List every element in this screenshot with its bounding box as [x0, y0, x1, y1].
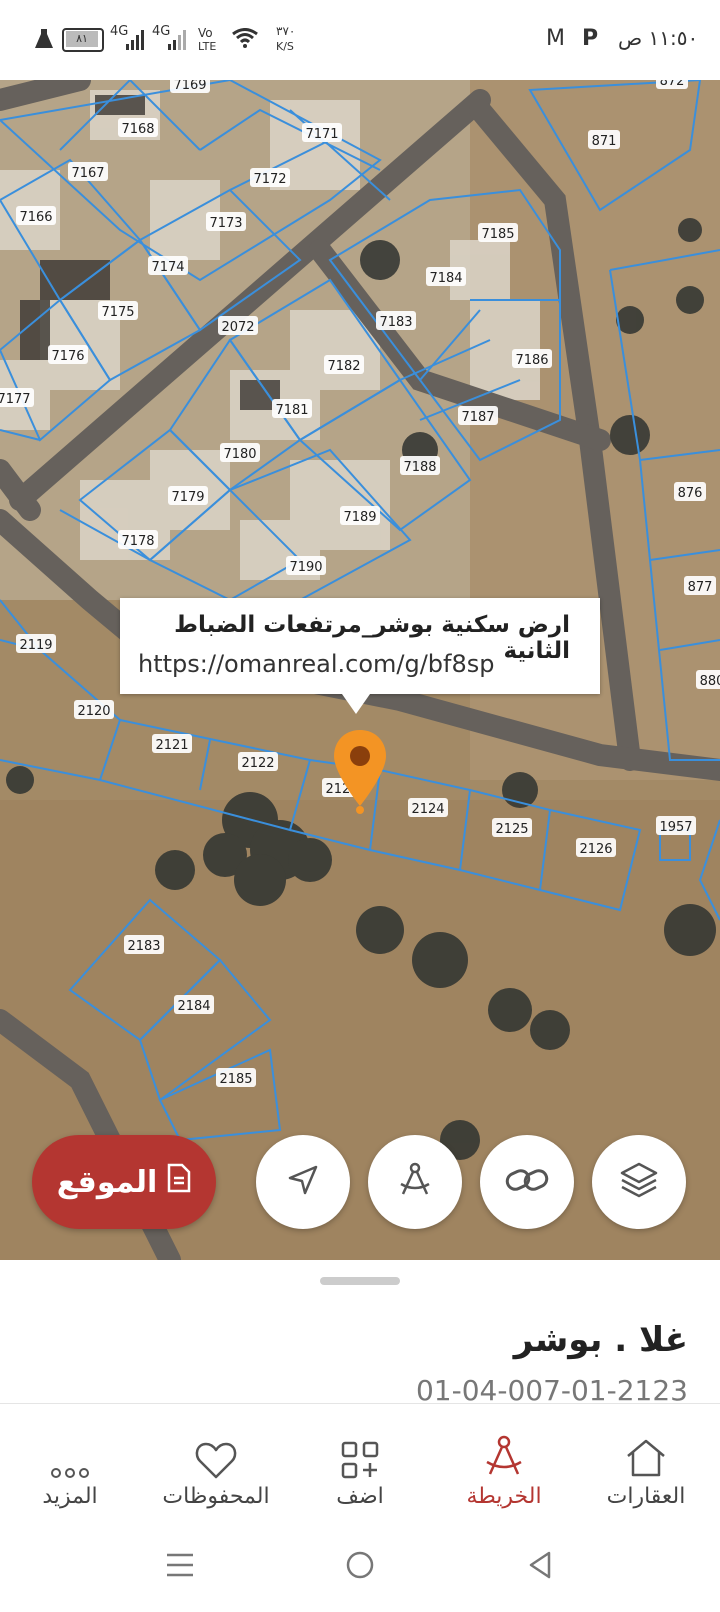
signal-icon-1 — [126, 30, 144, 54]
parcel-label[interactable]: 7169 — [173, 80, 206, 93]
status-bar: ١١:٥٠ ص P M ٨١ 4G 4G Vo LTE ٣٧٠ K/S — [0, 0, 720, 80]
parcel-label[interactable]: 7180 — [223, 447, 256, 462]
parcel-label[interactable]: 7181 — [275, 403, 308, 418]
parcel-label[interactable]: 2183 — [127, 939, 160, 954]
battery-level: ٨١ — [66, 31, 98, 47]
parcel-label[interactable]: 7172 — [253, 172, 286, 187]
time: ١١:٥٠ ص — [618, 26, 699, 50]
compass-icon — [434, 1426, 574, 1480]
nav-label: العقارات — [606, 1484, 686, 1509]
parcel-label[interactable]: 2072 — [221, 320, 254, 335]
parcel-label[interactable]: 7183 — [379, 315, 412, 330]
share-link-button[interactable] — [480, 1135, 574, 1229]
parcel-label[interactable]: 7174 — [151, 260, 184, 275]
heart-icon — [146, 1426, 286, 1480]
property-title: غلا . بوشر — [513, 1320, 688, 1360]
parcel-label[interactable]: 7168 — [121, 122, 154, 137]
layers-icon — [619, 1160, 659, 1204]
parcel-label[interactable]: 7186 — [515, 353, 548, 368]
signal-icon-2 — [168, 30, 186, 54]
navigate-icon — [286, 1163, 320, 1201]
parcel-label[interactable]: 2126 — [579, 842, 612, 857]
parcel-label[interactable]: 2184 — [177, 999, 210, 1014]
parcel-label[interactable]: 7167 — [71, 166, 104, 181]
wifi-icon — [232, 28, 258, 52]
parcel-label[interactable]: 7184 — [429, 271, 462, 286]
nav-item-add[interactable]: اضف — [290, 1426, 430, 1509]
add-grid-icon — [290, 1426, 430, 1480]
battery-icon: ٨١ — [62, 28, 104, 52]
parcel-label[interactable]: 7179 — [171, 490, 204, 505]
flask-icon — [34, 28, 54, 54]
navigate-button[interactable] — [256, 1135, 350, 1229]
parcel-label[interactable]: 1957 — [659, 820, 692, 835]
measure-button[interactable] — [368, 1135, 462, 1229]
nav-label: المزيد — [42, 1484, 98, 1509]
parcel-label[interactable]: 7187 — [461, 410, 494, 425]
p-app-icon: P — [582, 26, 599, 51]
parcel-label[interactable]: 7177 — [0, 392, 31, 407]
nav-label: اضف — [336, 1484, 384, 1509]
parcel-label[interactable]: 7166 — [19, 210, 52, 225]
parcel-label[interactable]: 7189 — [343, 510, 376, 525]
document-icon — [167, 1163, 191, 1201]
volte-bottom: LTE — [198, 40, 217, 53]
parcel-label[interactable]: 7173 — [209, 216, 242, 231]
back-button[interactable] — [510, 1540, 570, 1590]
map-view[interactable]: 7169 7168 7171 7167 7172 7166 7173 7174 7175 7176… — [0, 80, 720, 1260]
nav-item-map[interactable]: الخريطة — [434, 1426, 574, 1509]
menu-icon — [167, 1553, 193, 1577]
speed-unit: K/S — [276, 40, 294, 53]
nav-item-saved[interactable]: المحفوظات — [146, 1426, 286, 1509]
volte-top: Vo — [198, 26, 213, 40]
more-icon — [0, 1426, 140, 1480]
parcel-label[interactable]: 2119 — [19, 638, 52, 653]
parcel-label[interactable]: 7185 — [481, 227, 514, 242]
compass-icon — [395, 1160, 435, 1204]
parcel-label[interactable]: 2120 — [77, 704, 110, 719]
back-triangle-icon — [529, 1551, 551, 1579]
home-icon — [576, 1426, 716, 1480]
link-icon — [505, 1165, 549, 1199]
parcel-label[interactable]: 2121 — [155, 738, 188, 753]
parcel-label[interactable]: 871 — [592, 134, 617, 149]
parcel-label[interactable]: 2125 — [495, 822, 528, 837]
location-button[interactable]: الموقع — [32, 1135, 216, 1229]
home-button[interactable] — [330, 1540, 390, 1590]
parcel-label[interactable]: 7190 — [289, 560, 322, 575]
parcel-label[interactable]: 2122 — [241, 756, 274, 771]
parcel-label[interactable]: 7182 — [327, 359, 360, 374]
parcel-label[interactable]: 7178 — [121, 534, 154, 549]
parcel-label[interactable]: 7176 — [51, 349, 84, 364]
location-label: الموقع — [56, 1164, 158, 1200]
recent-apps-button[interactable] — [150, 1540, 210, 1590]
parcel-label[interactable]: 2185 — [219, 1072, 252, 1087]
mail-icon: M — [546, 26, 565, 51]
parcel-label[interactable]: 7188 — [403, 460, 436, 475]
layers-button[interactable] — [592, 1135, 686, 1229]
circle-icon — [346, 1551, 374, 1579]
parcel-label[interactable]: 2124 — [411, 802, 444, 817]
divider — [0, 1403, 720, 1404]
nav-item-properties[interactable]: العقارات — [576, 1426, 716, 1509]
parcel-label[interactable]: 877 — [688, 580, 713, 595]
nav-item-more[interactable]: المزيد — [0, 1426, 140, 1509]
parcel-label[interactable]: 876 — [678, 486, 703, 501]
parcel-label[interactable]: 7175 — [101, 305, 134, 320]
tooltip-url[interactable]: https://omanreal.com/g/bf8sp — [138, 650, 494, 678]
parcel-tooltip[interactable]: ارض سكنية بوشر_مرتفعات الضباط الثانية ht… — [120, 598, 600, 714]
parcel-label[interactable]: 7171 — [305, 127, 338, 142]
parcel-label[interactable]: 880 — [700, 674, 720, 689]
speed-value: ٣٧٠ — [276, 24, 296, 38]
sheet-drag-handle[interactable] — [320, 1277, 400, 1285]
map-pin-icon[interactable] — [330, 726, 390, 816]
parcel-label[interactable]: 872 — [660, 80, 685, 89]
nav-label: الخريطة — [466, 1484, 542, 1509]
nav-label: المحفوظات — [162, 1484, 270, 1509]
